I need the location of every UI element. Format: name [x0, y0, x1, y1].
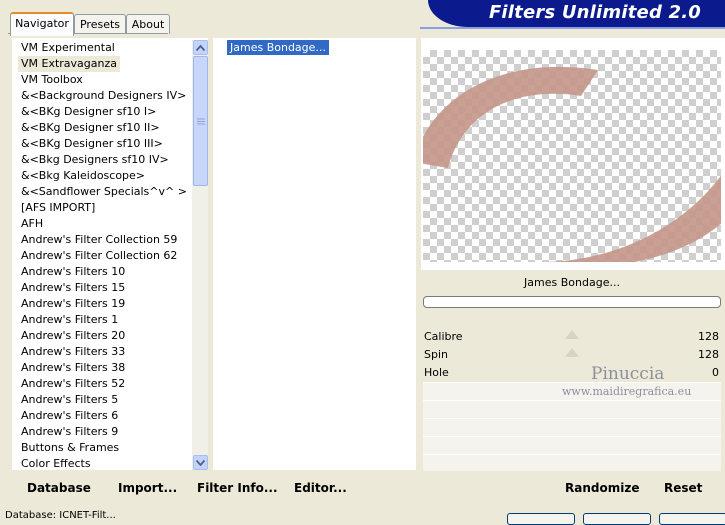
param-row-spin[interactable]: Spin 128: [423, 346, 721, 363]
category-item[interactable]: &<Background Designers IV>: [18, 88, 189, 104]
param-label: Spin: [424, 348, 448, 361]
category-item[interactable]: Andrew's Filters 10: [18, 264, 128, 280]
watermark-name: Pinuccia: [591, 364, 665, 384]
category-item[interactable]: Buttons & Frames: [18, 440, 122, 456]
category-item[interactable]: Andrew's Filters 9: [18, 424, 121, 440]
grip-icon: [197, 118, 205, 125]
ok-button[interactable]: [507, 513, 575, 525]
import-button[interactable]: Import...: [118, 481, 177, 495]
category-item[interactable]: Andrew's Filters 33: [18, 344, 128, 360]
category-item[interactable]: &<Bkg Designers sf10 IV>: [18, 152, 172, 168]
title-banner: Filters Unlimited 2.0: [428, 0, 725, 27]
category-item[interactable]: &<BKg Designer sf10 III>: [18, 136, 166, 152]
param-value: 0: [712, 366, 719, 379]
param-row-calibre[interactable]: Calibre 128: [423, 328, 721, 345]
category-item[interactable]: &<Bkg Kaleidoscope>: [18, 168, 148, 184]
category-item[interactable]: [AFS IMPORT]: [18, 200, 98, 216]
param-row-empty: [423, 436, 721, 454]
param-label: Calibre: [424, 330, 463, 343]
param-label: Hole: [424, 366, 449, 379]
category-item[interactable]: Andrew's Filters 52: [18, 376, 128, 392]
category-item[interactable]: &<Sandflower Specials^v^ >: [18, 184, 190, 200]
status-text: Database: ICNET-Filt...: [5, 510, 116, 521]
category-list[interactable]: VM Experimental VM Extravaganza VM Toolbox…: [12, 38, 208, 470]
randomize-button[interactable]: Randomize: [565, 481, 639, 495]
category-item[interactable]: Andrew's Filters 6: [18, 408, 121, 424]
category-item[interactable]: Andrew's Filter Collection 62: [18, 248, 180, 264]
editor-button[interactable]: Editor...: [294, 481, 347, 495]
banner-underline: [420, 27, 725, 29]
category-item[interactable]: &<BKg Designer sf10 I>: [18, 104, 159, 120]
category-item[interactable]: Andrew's Filters 38: [18, 360, 128, 376]
chevron-up-icon: [196, 44, 205, 51]
category-item[interactable]: Andrew's Filters 19: [18, 296, 128, 312]
tab-about[interactable]: About: [126, 14, 170, 34]
category-item[interactable]: VM Experimental: [18, 40, 118, 56]
slider-thumb[interactable]: [565, 348, 579, 357]
database-button[interactable]: Database: [27, 481, 91, 495]
preview-image: [423, 50, 721, 262]
category-item[interactable]: Andrew's Filter Collection 59: [18, 232, 180, 248]
watermark-site: www.maidiregrafica.eu: [562, 385, 692, 398]
app-title: Filters Unlimited 2.0: [488, 2, 701, 23]
progress-bar: [423, 296, 721, 308]
category-item[interactable]: Andrew's Filters 1: [18, 312, 121, 328]
category-item[interactable]: &<BKg Designer sf10 II>: [18, 120, 163, 136]
scroll-thumb[interactable]: [193, 56, 208, 186]
slider-thumb[interactable]: [565, 330, 579, 339]
category-item[interactable]: VM Toolbox: [18, 72, 86, 88]
help-button[interactable]: [659, 513, 725, 525]
category-item[interactable]: Andrew's Filters 15: [18, 280, 128, 296]
category-item[interactable]: Andrew's Filters 20: [18, 328, 128, 344]
tab-presets[interactable]: Presets: [74, 14, 126, 34]
filter-item-selected[interactable]: James Bondage...: [227, 40, 329, 55]
category-scrollbar[interactable]: [192, 40, 208, 470]
filter-list[interactable]: [213, 38, 416, 470]
filter-preview-shape: [423, 66, 721, 262]
filter-info-button[interactable]: Filter Info...: [197, 481, 278, 495]
param-row-hole[interactable]: Hole 0: [423, 364, 721, 381]
category-item[interactable]: Andrew's Filters 5: [18, 392, 121, 408]
param-value: 128: [698, 330, 719, 343]
category-item[interactable]: Color Effects: [18, 456, 94, 470]
param-row-empty: [423, 418, 721, 436]
category-item[interactable]: AFH: [18, 216, 46, 232]
reset-button[interactable]: Reset: [664, 481, 702, 495]
scroll-down-button[interactable]: [193, 455, 208, 470]
param-row-empty: [423, 400, 721, 418]
scroll-up-button[interactable]: [193, 40, 208, 55]
preview-filter-name: James Bondage...: [524, 276, 620, 289]
category-item[interactable]: VM Extravaganza: [18, 56, 121, 72]
param-row-empty: [423, 454, 721, 472]
chevron-down-icon: [196, 459, 205, 466]
cancel-button[interactable]: [583, 513, 651, 525]
tab-navigator[interactable]: Navigator: [10, 12, 74, 36]
param-value: 128: [698, 348, 719, 361]
